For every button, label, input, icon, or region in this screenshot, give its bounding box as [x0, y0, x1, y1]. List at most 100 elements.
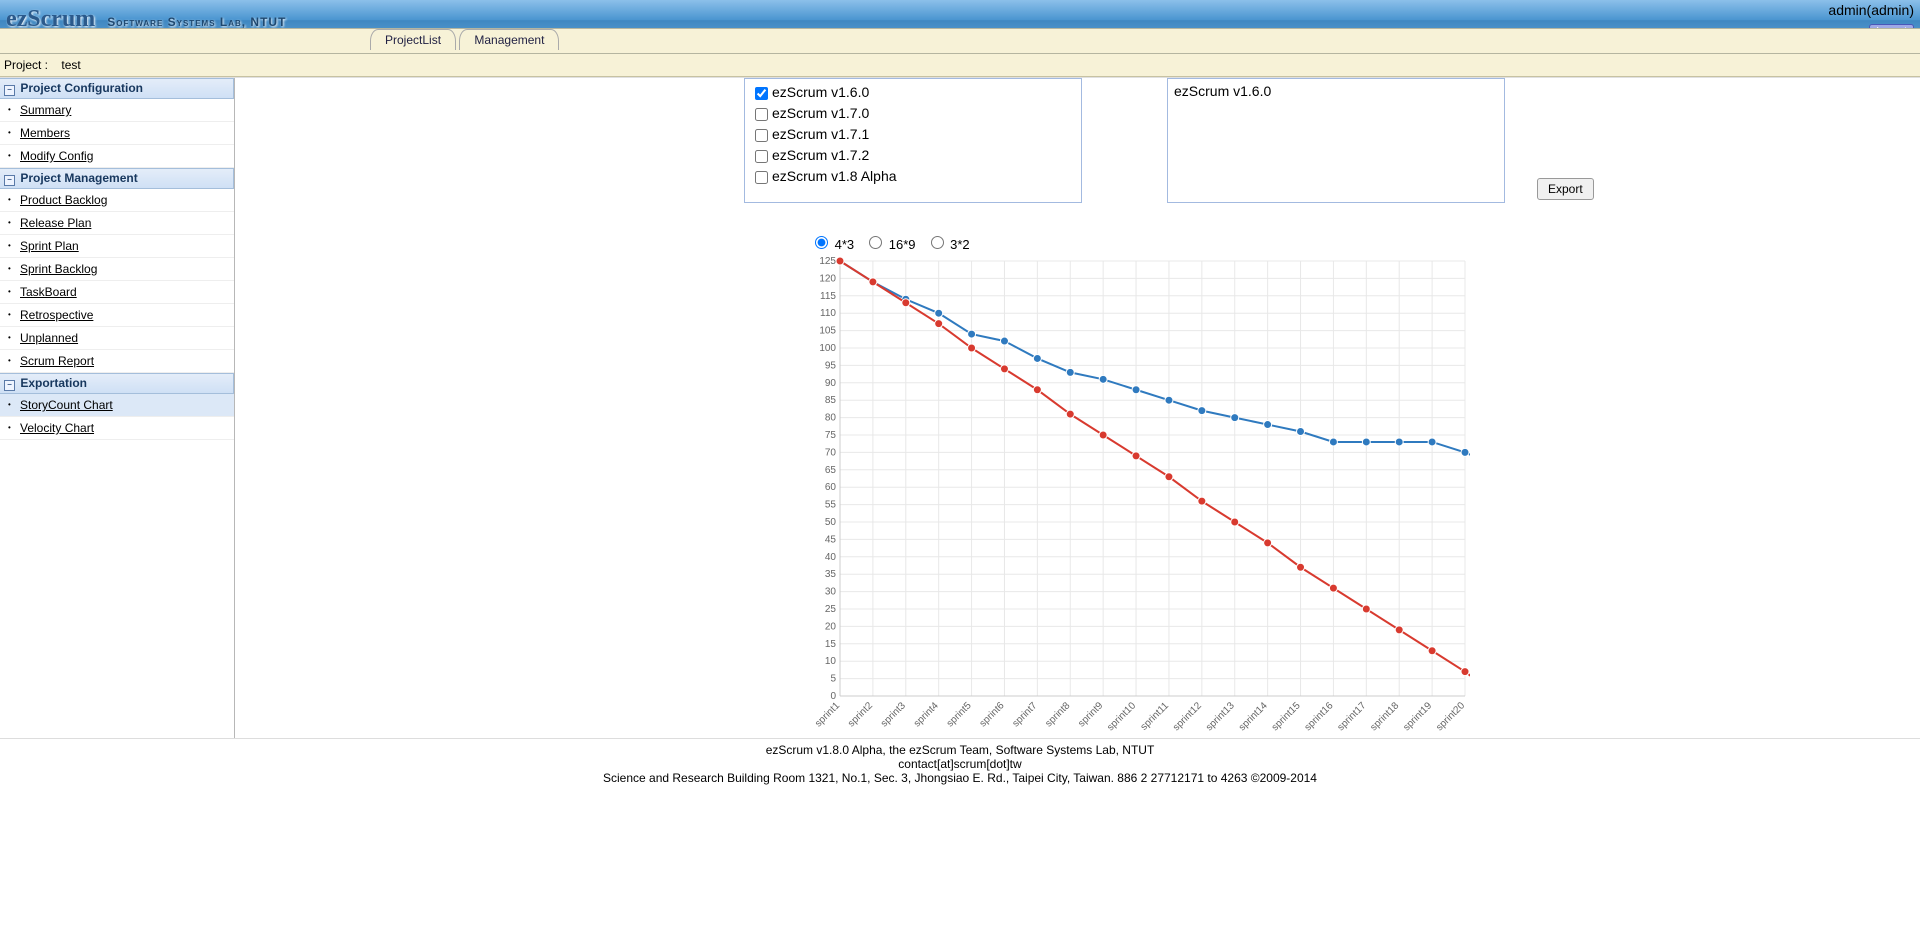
- sidebar-group-project-configuration[interactable]: − Project Configuration: [0, 78, 234, 99]
- svg-text:20: 20: [825, 621, 837, 632]
- sidebar-item-summary[interactable]: •Summary: [0, 99, 234, 122]
- release-checkbox-label: ezScrum v1.7.2: [772, 147, 869, 163]
- svg-text:sprint16: sprint16: [1303, 700, 1336, 733]
- svg-text:sprint13: sprint13: [1204, 700, 1237, 733]
- sidebar-item-storycount-chart[interactable]: •StoryCount Chart: [0, 394, 234, 417]
- sidebar-item-scrum-report[interactable]: •Scrum Report: [0, 350, 234, 373]
- svg-text:65: 65: [825, 465, 837, 476]
- sidebar-item-release-plan[interactable]: •Release Plan: [0, 212, 234, 235]
- main-panel: ezScrum v1.6.0 ezScrum v1.7.0 ezScrum v1.7…: [235, 78, 1920, 738]
- sidebar-item-sprint-plan[interactable]: •Sprint Plan: [0, 235, 234, 258]
- tab-project-list[interactable]: ProjectList: [370, 29, 456, 50]
- sidebar-item-label: Release Plan: [20, 216, 91, 230]
- release-checkbox-label: ezScrum v1.6.0: [772, 84, 869, 100]
- sidebar-item-unplanned[interactable]: •Unplanned: [0, 327, 234, 350]
- svg-text:115: 115: [820, 291, 836, 302]
- svg-text:45: 45: [825, 534, 837, 545]
- release-checkbox-row[interactable]: ezScrum v1.7.1: [751, 125, 1075, 146]
- collapse-icon[interactable]: −: [4, 175, 15, 186]
- collapse-icon[interactable]: −: [4, 85, 15, 96]
- svg-text:125: 125: [819, 256, 836, 267]
- sidebar-group-exportation[interactable]: − Exportation: [0, 373, 234, 394]
- svg-text:110: 110: [820, 308, 836, 319]
- project-bar-label: Project :: [4, 58, 48, 72]
- release-checkbox-label: ezScrum v1.7.0: [772, 105, 869, 121]
- tab-management[interactable]: Management: [459, 29, 559, 50]
- sidebar: − Project Configuration •Summary •Member…: [0, 78, 235, 738]
- sidebar-item-members[interactable]: •Members: [0, 122, 234, 145]
- svg-text:10: 10: [825, 656, 837, 667]
- selected-release-label: ezScrum v1.6.0: [1174, 83, 1498, 99]
- svg-text:sprint17: sprint17: [1336, 700, 1369, 733]
- svg-text:sprint11: sprint11: [1139, 700, 1172, 733]
- svg-text:80: 80: [825, 413, 837, 424]
- sidebar-item-label: Retrospective: [20, 308, 93, 322]
- sidebar-item-product-backlog[interactable]: •Product Backlog: [0, 189, 234, 212]
- sidebar-item-label: Summary: [20, 103, 71, 117]
- release-checkbox-row[interactable]: ezScrum v1.6.0: [751, 83, 1075, 104]
- storycount-chart: 4*3 16*9 3*2 051015202530354045505560657…: [810, 233, 1470, 738]
- aspect-ratio-radio[interactable]: [815, 236, 828, 249]
- svg-text:sprint8: sprint8: [1043, 700, 1072, 729]
- svg-text:sprint7: sprint7: [1010, 700, 1039, 729]
- sidebar-item-label: Sprint Plan: [20, 239, 79, 253]
- svg-text:sprint2: sprint2: [846, 700, 875, 729]
- release-checkbox[interactable]: [755, 129, 768, 142]
- svg-text:sprint3: sprint3: [879, 700, 908, 729]
- footer-line-1: ezScrum v1.8.0 Alpha, the ezScrum Team, …: [0, 743, 1920, 757]
- svg-text:sprint10: sprint10: [1105, 700, 1138, 733]
- release-checkbox-row[interactable]: ezScrum v1.7.2: [751, 146, 1075, 167]
- svg-text:sprint6: sprint6: [978, 700, 1007, 729]
- release-checkbox-label: ezScrum v1.8 Alpha: [772, 168, 897, 184]
- aspect-ratio-option[interactable]: 16*9: [864, 237, 915, 252]
- export-button[interactable]: Export: [1537, 178, 1594, 200]
- aspect-ratio-radio[interactable]: [931, 236, 944, 249]
- release-checkbox-label: ezScrum v1.7.1: [772, 126, 869, 142]
- aspect-ratio-radio[interactable]: [869, 236, 882, 249]
- burndown-chart-svg: 0510152025303540455055606570758085909510…: [810, 256, 1470, 738]
- svg-text:sprint4: sprint4: [912, 700, 941, 729]
- release-checkbox[interactable]: [755, 87, 768, 100]
- svg-text:85: 85: [825, 395, 837, 406]
- app-logo-subtitle: Software Systems Lab, NTUT: [107, 15, 286, 29]
- svg-text:70: 70: [825, 447, 837, 458]
- collapse-icon[interactable]: −: [4, 380, 15, 391]
- sidebar-item-label: Velocity Chart: [20, 421, 94, 435]
- sidebar-item-velocity-chart[interactable]: •Velocity Chart: [0, 417, 234, 440]
- svg-text:sprint14: sprint14: [1237, 700, 1270, 733]
- release-checkbox[interactable]: [755, 108, 768, 121]
- sidebar-item-label: Scrum Report: [20, 354, 94, 368]
- svg-text:90: 90: [825, 378, 837, 389]
- sidebar-item-sprint-backlog[interactable]: •Sprint Backlog: [0, 258, 234, 281]
- svg-text:sprint12: sprint12: [1171, 700, 1204, 733]
- aspect-ratio-option[interactable]: 3*2: [926, 237, 970, 252]
- sidebar-item-label: Members: [20, 126, 70, 140]
- release-checkbox-row[interactable]: ezScrum v1.8 Alpha: [751, 167, 1075, 188]
- svg-text:95: 95: [825, 360, 837, 371]
- main-tab-strip: ProjectList Management: [0, 28, 1920, 54]
- svg-text:25: 25: [825, 604, 837, 615]
- aspect-ratio-option[interactable]: 4*3: [810, 237, 854, 252]
- svg-text:15: 15: [825, 639, 837, 650]
- svg-text:75: 75: [825, 430, 837, 441]
- sidebar-group-title: Project Management: [20, 171, 137, 185]
- sidebar-item-label: Sprint Backlog: [20, 262, 97, 276]
- release-checkbox[interactable]: [755, 150, 768, 163]
- release-checkbox-row[interactable]: ezScrum v1.7.0: [751, 104, 1075, 125]
- sidebar-group-project-management[interactable]: − Project Management: [0, 168, 234, 189]
- sidebar-item-modify-config[interactable]: •Modify Config: [0, 145, 234, 168]
- release-select-panel: ezScrum v1.6.0 ezScrum v1.7.0 ezScrum v1.7…: [744, 78, 1082, 203]
- footer-line-2: contact[at]scrum[dot]tw: [0, 757, 1920, 771]
- project-bar-value: test: [61, 58, 80, 72]
- release-checkbox[interactable]: [755, 171, 768, 184]
- svg-text:sprint15: sprint15: [1270, 700, 1303, 733]
- sidebar-item-retrospective[interactable]: •Retrospective: [0, 304, 234, 327]
- main-layout: − Project Configuration •Summary •Member…: [0, 77, 1920, 738]
- sidebar-item-label: Modify Config: [20, 149, 93, 163]
- sidebar-item-task-board[interactable]: •TaskBoard: [0, 281, 234, 304]
- svg-text:50: 50: [825, 517, 837, 528]
- svg-text:105: 105: [819, 326, 836, 337]
- svg-text:60: 60: [825, 482, 837, 493]
- svg-text:sprint19: sprint19: [1401, 700, 1434, 733]
- svg-text:sprint18: sprint18: [1368, 700, 1401, 733]
